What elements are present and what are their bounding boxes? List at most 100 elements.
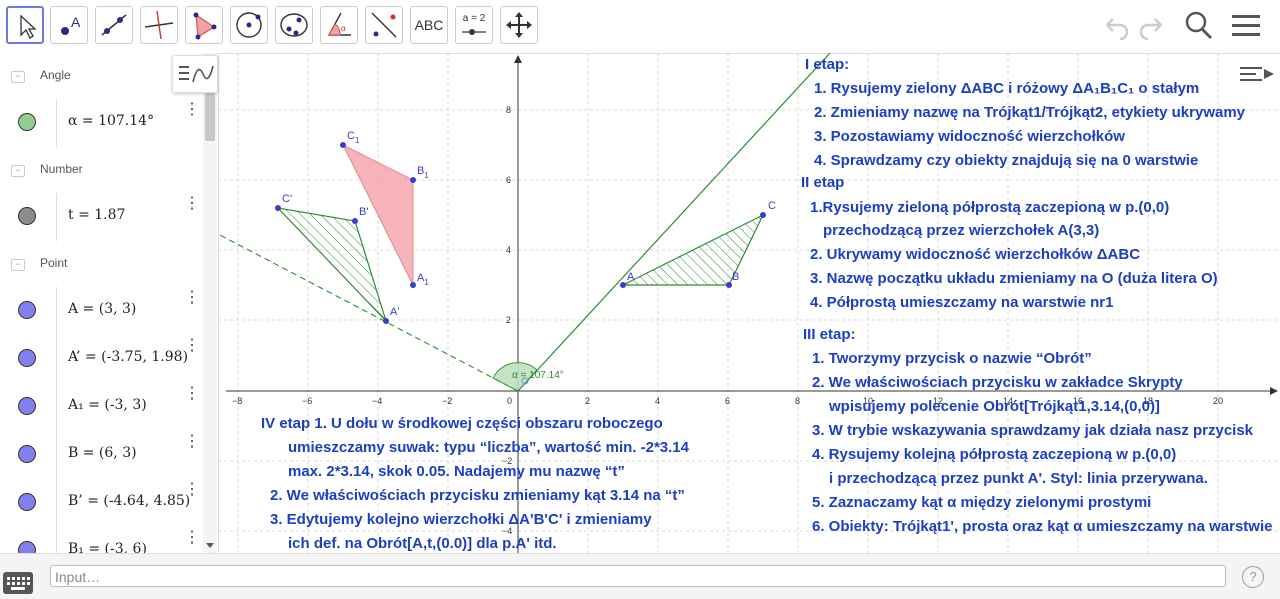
algebra-row-B-prime[interactable]: B’ = (-4.64, 4.85) ⋮ (0, 479, 203, 528)
green-ray[interactable] (517, 53, 831, 392)
point-B-prime[interactable] (352, 218, 358, 224)
category-label: Point (40, 256, 68, 270)
category-label: Angle (40, 68, 71, 82)
visibility-toggle[interactable] (18, 301, 36, 319)
slider-icon (462, 29, 486, 35)
x-tick: −8 (232, 396, 242, 406)
point-C1[interactable] (340, 142, 346, 148)
undo-icon (1106, 18, 1129, 41)
algebra-style-bar-button[interactable] (172, 55, 218, 93)
more-options-icon[interactable]: ⋮ (184, 482, 200, 507)
graphics-style-bar-button[interactable] (1234, 55, 1278, 91)
visibility-toggle[interactable] (18, 493, 36, 511)
more-options-icon[interactable]: ⋮ (184, 102, 200, 127)
reflect-tool-button[interactable] (365, 6, 403, 44)
y-tick: 4 (506, 245, 511, 255)
scroll-down-icon[interactable] (203, 541, 217, 551)
more-options-icon[interactable]: ⋮ (184, 434, 200, 459)
algebra-row-alpha[interactable]: α = 107.14° ⋮ (0, 99, 203, 148)
conic-tool-button[interactable] (275, 6, 313, 44)
point-A1[interactable] (410, 282, 416, 288)
x-tick: −4 (372, 396, 382, 406)
algebra-value[interactable]: A₁ = (-3, 3) (68, 397, 147, 413)
point-A[interactable] (620, 282, 626, 288)
perpendicular-tool-button[interactable] (140, 6, 178, 44)
triangle-apbpcp[interactable] (276, 207, 387, 322)
visibility-toggle[interactable] (18, 113, 36, 131)
graphics-canvas[interactable]: −8 −6 −4 −2 0 2 4 6 8 10 12 14 16 18 20 … (218, 53, 1280, 553)
visibility-toggle[interactable] (18, 207, 36, 225)
visibility-toggle[interactable] (18, 349, 36, 367)
visibility-toggle[interactable] (18, 541, 36, 553)
angle-tool-button[interactable]: α (320, 6, 358, 44)
text-tool-button[interactable]: ABC (410, 6, 448, 44)
category-number[interactable]: − Number (0, 147, 203, 194)
collapse-icon[interactable]: − (11, 259, 25, 271)
collapse-icon[interactable]: − (11, 165, 25, 177)
redo-button[interactable] (1136, 8, 1170, 42)
category-point[interactable]: − Point (0, 241, 203, 288)
visibility-toggle[interactable] (18, 397, 36, 415)
algebra-row-B[interactable]: B = (6, 3) ⋮ (0, 431, 203, 480)
instructions-right[interactable]: I etap: 1. Rysujemy zielony ΔABC i różow… (801, 56, 1272, 535)
collapse-icon[interactable]: − (11, 71, 25, 83)
algebra-row-A[interactable]: A = (3, 3) ⋮ (0, 287, 203, 336)
move-tool-button[interactable] (6, 6, 44, 44)
text-line: 5. Zaznaczamy kąt α między zielonymi pro… (812, 494, 1151, 511)
visibility-toggle[interactable] (18, 445, 36, 463)
text-line: 1. Rysujemy zielony ΔABC i różowy ΔA₁B₁C… (814, 80, 1199, 97)
more-options-icon[interactable]: ⋮ (184, 290, 200, 315)
polygon-tool-button[interactable] (185, 6, 223, 44)
algebra-value[interactable]: α = 107.14° (68, 113, 154, 129)
algebra-row-A-prime[interactable]: A’ = (-3.75, 1.98) ⋮ (0, 335, 203, 384)
point-A-prime[interactable] (383, 318, 389, 324)
point-B1[interactable] (410, 177, 416, 183)
algebra-row-B1[interactable]: B₁ = (-3, 6) ⋮ (0, 527, 203, 553)
point-tool-button[interactable]: A (50, 6, 88, 44)
text-line: przechodzącą przez wierzchołek A(3,3) (823, 222, 1099, 239)
algebra-value[interactable]: t = 1.87 (68, 207, 125, 223)
input-field[interactable]: Input… (50, 565, 1226, 587)
algebra-row-A1[interactable]: A₁ = (-3, 3) ⋮ (0, 383, 203, 432)
undo-button[interactable] (1098, 8, 1132, 42)
text-line: 4. Sprawdzamy czy obiekty znajdują się n… (814, 152, 1198, 169)
instructions-bottom[interactable]: IV etap 1. U dołu w środkowej części obs… (261, 415, 690, 552)
algebra-scrollbar[interactable] (203, 53, 217, 553)
algebra-value[interactable]: B₁ = (-3, 6) (68, 541, 147, 553)
more-options-icon[interactable]: ⋮ (184, 196, 200, 221)
algebra-row-t[interactable]: t = 1.87 ⋮ (0, 193, 203, 242)
point-C-prime[interactable] (275, 205, 281, 211)
y-tick: 6 (506, 175, 511, 185)
text-line: III etap: (803, 326, 856, 343)
search-button[interactable] (1181, 8, 1215, 42)
keyboard-icon[interactable] (3, 572, 33, 594)
y-tick: 2 (506, 315, 511, 325)
label-C: C (768, 200, 776, 212)
x-tick: 6 (725, 396, 730, 406)
more-options-icon[interactable]: ⋮ (184, 386, 200, 411)
algebra-value[interactable]: B = (6, 3) (68, 445, 137, 461)
text-line: 1.Rysujemy zieloną półprostą zaczepioną … (810, 199, 1169, 216)
point-C[interactable] (760, 212, 766, 218)
more-options-icon[interactable]: ⋮ (184, 338, 200, 363)
algebra-value[interactable]: B’ = (-4.64, 4.85) (68, 493, 190, 509)
x-tick: 8 (795, 396, 800, 406)
reflect-icon (371, 12, 397, 38)
text-line: 4. Rysujemy kolejną półprostą zaczepioną… (812, 446, 1176, 463)
algebra-value[interactable]: A’ = (-3.75, 1.98) (68, 349, 188, 365)
more-options-icon[interactable]: ⋮ (184, 530, 200, 553)
toolbar: A α ABC a = 2 (0, 0, 1280, 54)
algebra-value[interactable]: A = (3, 3) (68, 301, 136, 317)
menu-button[interactable] (1229, 8, 1263, 42)
slider-tool-button[interactable]: a = 2 (455, 6, 493, 44)
graphics-view[interactable]: −8 −6 −4 −2 0 2 4 6 8 10 12 14 16 18 20 … (218, 53, 1280, 553)
scrollbar-thumb[interactable] (205, 93, 215, 141)
hamburger-menu-icon (1232, 15, 1260, 36)
move-graphics-tool-button[interactable] (500, 6, 538, 44)
line-tool-button[interactable] (95, 6, 133, 44)
text-line: 2. We właściwościach przycisku zmieniamy… (270, 487, 685, 504)
x-tick: 0 (507, 396, 512, 406)
circle-tool-button[interactable] (230, 6, 268, 44)
help-icon[interactable]: ? (1242, 566, 1264, 588)
dashed-ray[interactable] (218, 233, 519, 392)
